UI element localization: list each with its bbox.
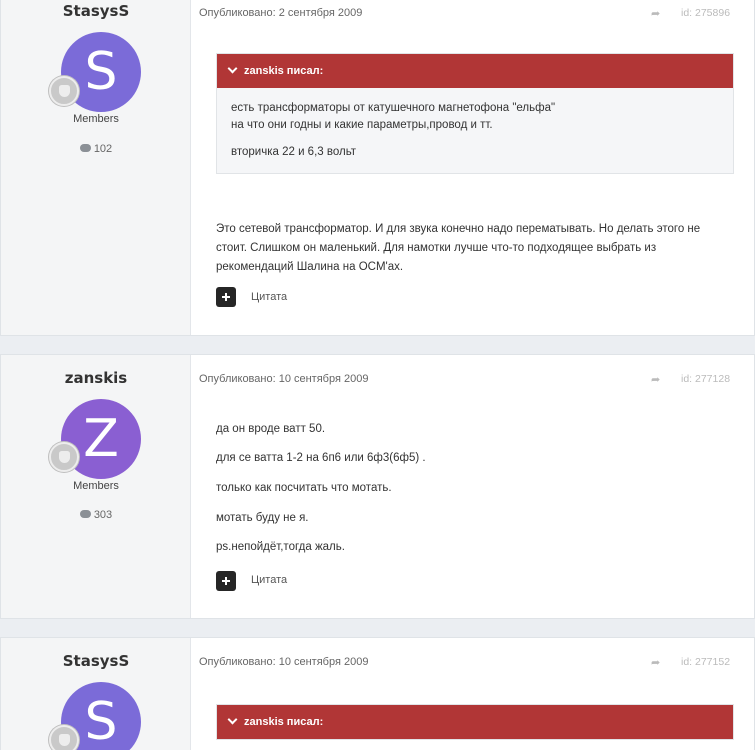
share-icon[interactable]: ➦ [651,7,660,20]
comment-icon [79,510,91,518]
post-line: мотать буду не я. [216,512,309,524]
post: StasysS S Members 102 Опубликовано: 2 се… [0,0,755,336]
quote-header[interactable]: zanskis писал: [217,705,733,739]
quote-line: на что они годны и какие параметры,прово… [231,119,493,131]
chevron-down-icon [227,63,238,74]
post-id: id: 277128 [681,373,731,385]
post-line: только как посчитать что мотать. [216,482,392,494]
post-count: 303 [1,509,191,521]
author-panel: zanskis Z Members 303 [1,355,191,618]
publish-date[interactable]: Опубликовано: 10 сентября 2009 [199,656,368,668]
member-group: Members [73,480,119,492]
quote-button[interactable]: Цитата [251,291,287,303]
quote-content: есть трансформаторы от катушечного магне… [217,88,733,173]
post-count: 102 [1,143,191,155]
post: zanskis Z Members 303 Опубликовано: 10 с… [0,354,755,619]
post-line: да он вроде ватт 50. [216,423,326,435]
publish-date[interactable]: Опубликовано: 2 сентября 2009 [199,7,362,19]
author-name[interactable]: StasysS [1,652,191,670]
quote-author: zanskis писал: [244,716,324,728]
quote-block: zanskis писал: есть трансформаторы от ка… [216,53,734,174]
quote-header[interactable]: zanskis писал: [217,54,733,88]
post-id: id: 275896 [681,7,731,19]
author-panel: StasysS S [1,638,191,750]
member-group: Members [73,113,119,125]
post-line: для се ватта 1-2 на 6п6 или 6ф3(6ф5) . [216,452,426,464]
comment-icon [79,144,91,152]
plus-icon[interactable] [216,571,236,591]
rank-badge-icon [49,76,79,106]
publish-date[interactable]: Опубликовано: 10 сентября 2009 [199,373,368,385]
share-icon[interactable]: ➦ [651,373,660,386]
plus-icon[interactable] [216,287,236,307]
rank-badge-icon [49,442,79,472]
author-panel: StasysS S Members 102 [1,0,191,335]
post-id: id: 277152 [681,656,731,668]
author-name[interactable]: StasysS [1,2,191,20]
post-body: Это сетевой трансформатор. И для звука к… [216,223,701,273]
post: StasysS S Опубликовано: 10 сентября 2009… [0,637,755,750]
share-icon[interactable]: ➦ [651,656,660,669]
chevron-down-icon [227,714,238,725]
author-name[interactable]: zanskis [1,369,191,387]
rank-badge-icon [49,725,79,750]
post-line: ps.непойдёт,тогда жаль. [216,541,345,553]
post-count-value: 303 [93,509,113,521]
quote-author: zanskis писал: [244,65,324,77]
post-count-value: 102 [93,143,113,155]
quote-line: есть трансформаторы от катушечного магне… [231,102,556,114]
quote-line: вторичка 22 и 6,3 вольт [231,146,357,158]
quote-button[interactable]: Цитата [251,574,287,586]
quote-block: zanskis писал: [216,704,734,740]
